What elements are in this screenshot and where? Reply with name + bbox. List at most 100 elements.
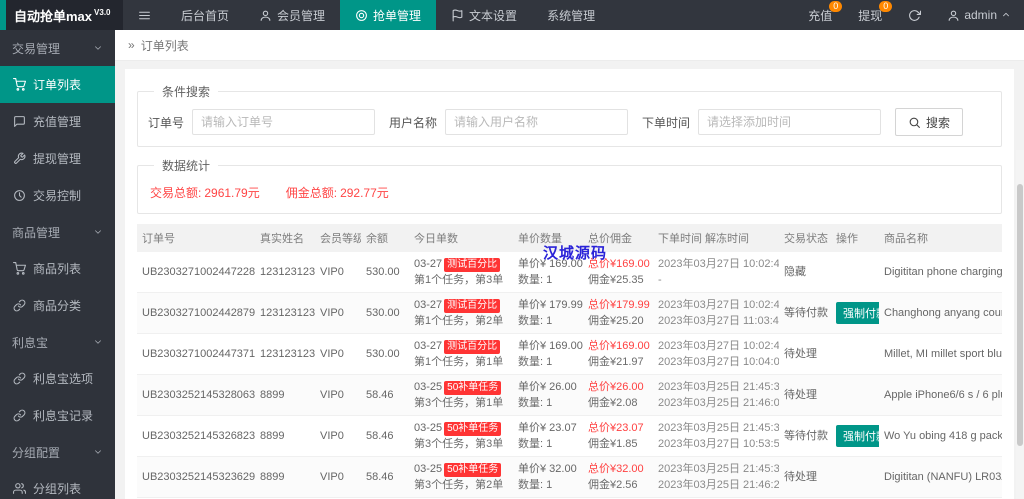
status-cell: 等待付款: [779, 415, 831, 457]
today-orders-cell: 03-27 测试百分比 第1个任务，第3单: [409, 252, 513, 293]
header-right: 充值 0 提现 0 admin: [795, 0, 1024, 30]
total-cell: 总价¥169.00 佣金¥21.97: [583, 333, 653, 375]
app-logo: 自动抢单max V3.0: [0, 0, 123, 30]
column-header: 订单号: [137, 224, 255, 252]
unit-price-cell: 单价¥ 169.00 数量: 1: [513, 333, 583, 375]
unit-price-text: 单价¥ 179.99: [518, 299, 583, 311]
action-cell: [831, 252, 879, 293]
search-input-订单号[interactable]: [192, 109, 376, 135]
total-cell: 总价¥32.00 佣金¥2.56: [583, 456, 653, 498]
stats-panel: 数据统计 交易总额: 2961.79元 佣金总额: 292.77元: [137, 157, 1002, 214]
sidebar-item-订单列表[interactable]: 订单列表: [0, 66, 115, 103]
top-nav-item[interactable]: 会员管理: [244, 0, 340, 30]
user-menu[interactable]: admin: [934, 0, 1024, 30]
status-cell: 待处理: [779, 456, 831, 498]
commission-text: 佣金¥25.35: [588, 274, 644, 286]
sidebar-item-充值管理[interactable]: 充值管理: [0, 103, 115, 140]
search-input-下单时间[interactable]: [698, 109, 882, 135]
status-cell: 隐藏: [779, 252, 831, 293]
search-field-label: 下单时间: [642, 115, 691, 130]
product-cell: Millet, MI millet sport bluetooth headse…: [879, 333, 1002, 375]
stat-item: 佣金总额: 292.77元: [286, 184, 389, 201]
top-nav-item-label: 系统管理: [547, 8, 596, 23]
balance-cell: 530.00: [361, 292, 409, 334]
table-row: UB2303271002442879 123123123 VIP0 530.00 03-…: [137, 292, 1002, 334]
sidebar-item-label: 商品列表: [33, 262, 82, 276]
frame: 交易管理 订单列表 充值管理 提现管理 交易控制 商品管理商品列表商品分类利息宝 利息宝选项…: [0, 30, 1024, 499]
header-quick-link[interactable]: 充值 0: [795, 0, 845, 30]
order-no-cell: UB2303252145328063: [137, 374, 255, 416]
order-time-text: 2023年03月27日 10:02:44: [658, 340, 779, 352]
search-field-label: 用户名称: [389, 115, 438, 130]
today-date: 03-25 50补单任务: [414, 461, 508, 477]
quantity-text: 数量: 1: [518, 397, 553, 409]
top-nav-item[interactable]: 系统管理: [532, 0, 610, 30]
search-input-用户名称[interactable]: [445, 109, 629, 135]
column-header: 总价佣金: [583, 224, 653, 252]
task-type-badge: 50补单任务: [444, 381, 502, 395]
total-price-text: 总价¥32.00: [588, 463, 644, 475]
menu-toggle-button[interactable]: [123, 0, 166, 30]
user-icon: [259, 9, 272, 22]
time-cell: 2023年03月25日 21:45:32 2023年03月25日 21:46:25: [653, 456, 779, 498]
link-icon: [13, 372, 26, 385]
task-type-badge: 50补单任务: [444, 463, 502, 477]
force-pay-button[interactable]: 强制付款: [836, 302, 879, 324]
force-pay-button[interactable]: 强制付款: [836, 425, 879, 447]
sidebar-item-商品列表[interactable]: 商品列表: [0, 250, 115, 287]
today-date-text: 03-27: [414, 258, 443, 270]
today-date: 03-27 测试百分比: [414, 338, 508, 354]
search-button-label: 搜索: [926, 115, 951, 130]
level-cell: VIP0: [315, 456, 361, 498]
order-time-text: 2023年03月27日 10:02:44: [658, 258, 779, 270]
scrollbar-thumb[interactable]: [1017, 184, 1023, 446]
sidebar-item-提现管理[interactable]: 提现管理: [0, 140, 115, 177]
sidebar-section-交易管理[interactable]: 交易管理: [0, 30, 115, 66]
sidebar-section-分组配置[interactable]: 分组配置: [0, 434, 115, 470]
sidebar-item-交易控制[interactable]: 交易控制: [0, 177, 115, 214]
product-cell: Digititan phone charging treasure 10000 …: [879, 252, 1002, 293]
scrollbar-track[interactable]: [1016, 150, 1024, 499]
action-cell: [831, 333, 879, 375]
top-nav-item[interactable]: 文本设置: [436, 0, 532, 30]
today-orders-cell: 03-27 测试百分比 第1个任务，第1单: [409, 333, 513, 375]
commission-text: 佣金¥25.20: [588, 315, 644, 327]
total-cell: 总价¥26.00 佣金¥2.08: [583, 374, 653, 416]
search-icon: [908, 116, 921, 129]
table-row: UB2303252145323629 8899 VIP0 58.46 03-25 50补单…: [137, 456, 1002, 498]
top-nav-item-label: 文本设置: [469, 8, 518, 23]
sidebar-item-商品分类[interactable]: 商品分类: [0, 287, 115, 324]
sidebar-section-利息宝[interactable]: 利息宝: [0, 324, 115, 360]
commission-text: 佣金¥2.56: [588, 479, 638, 491]
task-type-badge: 测试百分比: [444, 299, 501, 313]
sidebar-item-利息宝记录[interactable]: 利息宝记录: [0, 397, 115, 434]
header-quick-link[interactable]: 提现 0: [845, 0, 895, 30]
search-field: 下单时间: [642, 109, 882, 135]
unfreeze-time-text: 2023年03月27日 10:53:59: [658, 438, 779, 450]
action-cell: [831, 456, 879, 498]
status-cell: 待处理: [779, 333, 831, 375]
unfreeze-time-text: 2023年03月27日 11:03:41: [658, 315, 779, 327]
today-orders-cell: 03-27 测试百分比 第1个任务，第2单: [409, 292, 513, 334]
sidebar-item-label: 商品分类: [33, 299, 82, 313]
content-card: 条件搜索 订单号 用户名称 下单时间 搜索 数据统计 交易总额:2961.79元 佣金总…: [125, 69, 1014, 499]
refresh-button[interactable]: [895, 0, 934, 30]
time-cell: 2023年03月25日 21:45:32 2023年03月27日 10:53:59: [653, 415, 779, 457]
flag-icon: [451, 9, 464, 22]
sidebar-item-分组列表[interactable]: 分组列表: [0, 470, 115, 499]
stat-value: 2961.79元: [204, 186, 260, 200]
top-nav-item[interactable]: 后台首页: [166, 0, 244, 30]
top-nav-item[interactable]: 抢单管理: [340, 0, 437, 30]
commission-text: 佣金¥1.85: [588, 438, 638, 450]
quantity-text: 数量: 1: [518, 438, 553, 450]
sidebar-section-商品管理[interactable]: 商品管理: [0, 214, 115, 250]
search-button[interactable]: 搜索: [895, 108, 964, 136]
breadcrumb-arrow: »: [128, 38, 135, 52]
unit-price-text: 单价¥ 26.00: [518, 381, 577, 393]
order-no-cell: UB2303271002447371: [137, 333, 255, 375]
today-date: 03-27 测试百分比: [414, 256, 508, 272]
action-cell: 强制付款: [831, 415, 879, 457]
sidebar: 交易管理 订单列表 充值管理 提现管理 交易控制 商品管理商品列表商品分类利息宝 利息宝选项…: [0, 30, 115, 499]
sidebar-item-利息宝选项[interactable]: 利息宝选项: [0, 360, 115, 397]
column-header: 交易状态: [779, 224, 831, 252]
